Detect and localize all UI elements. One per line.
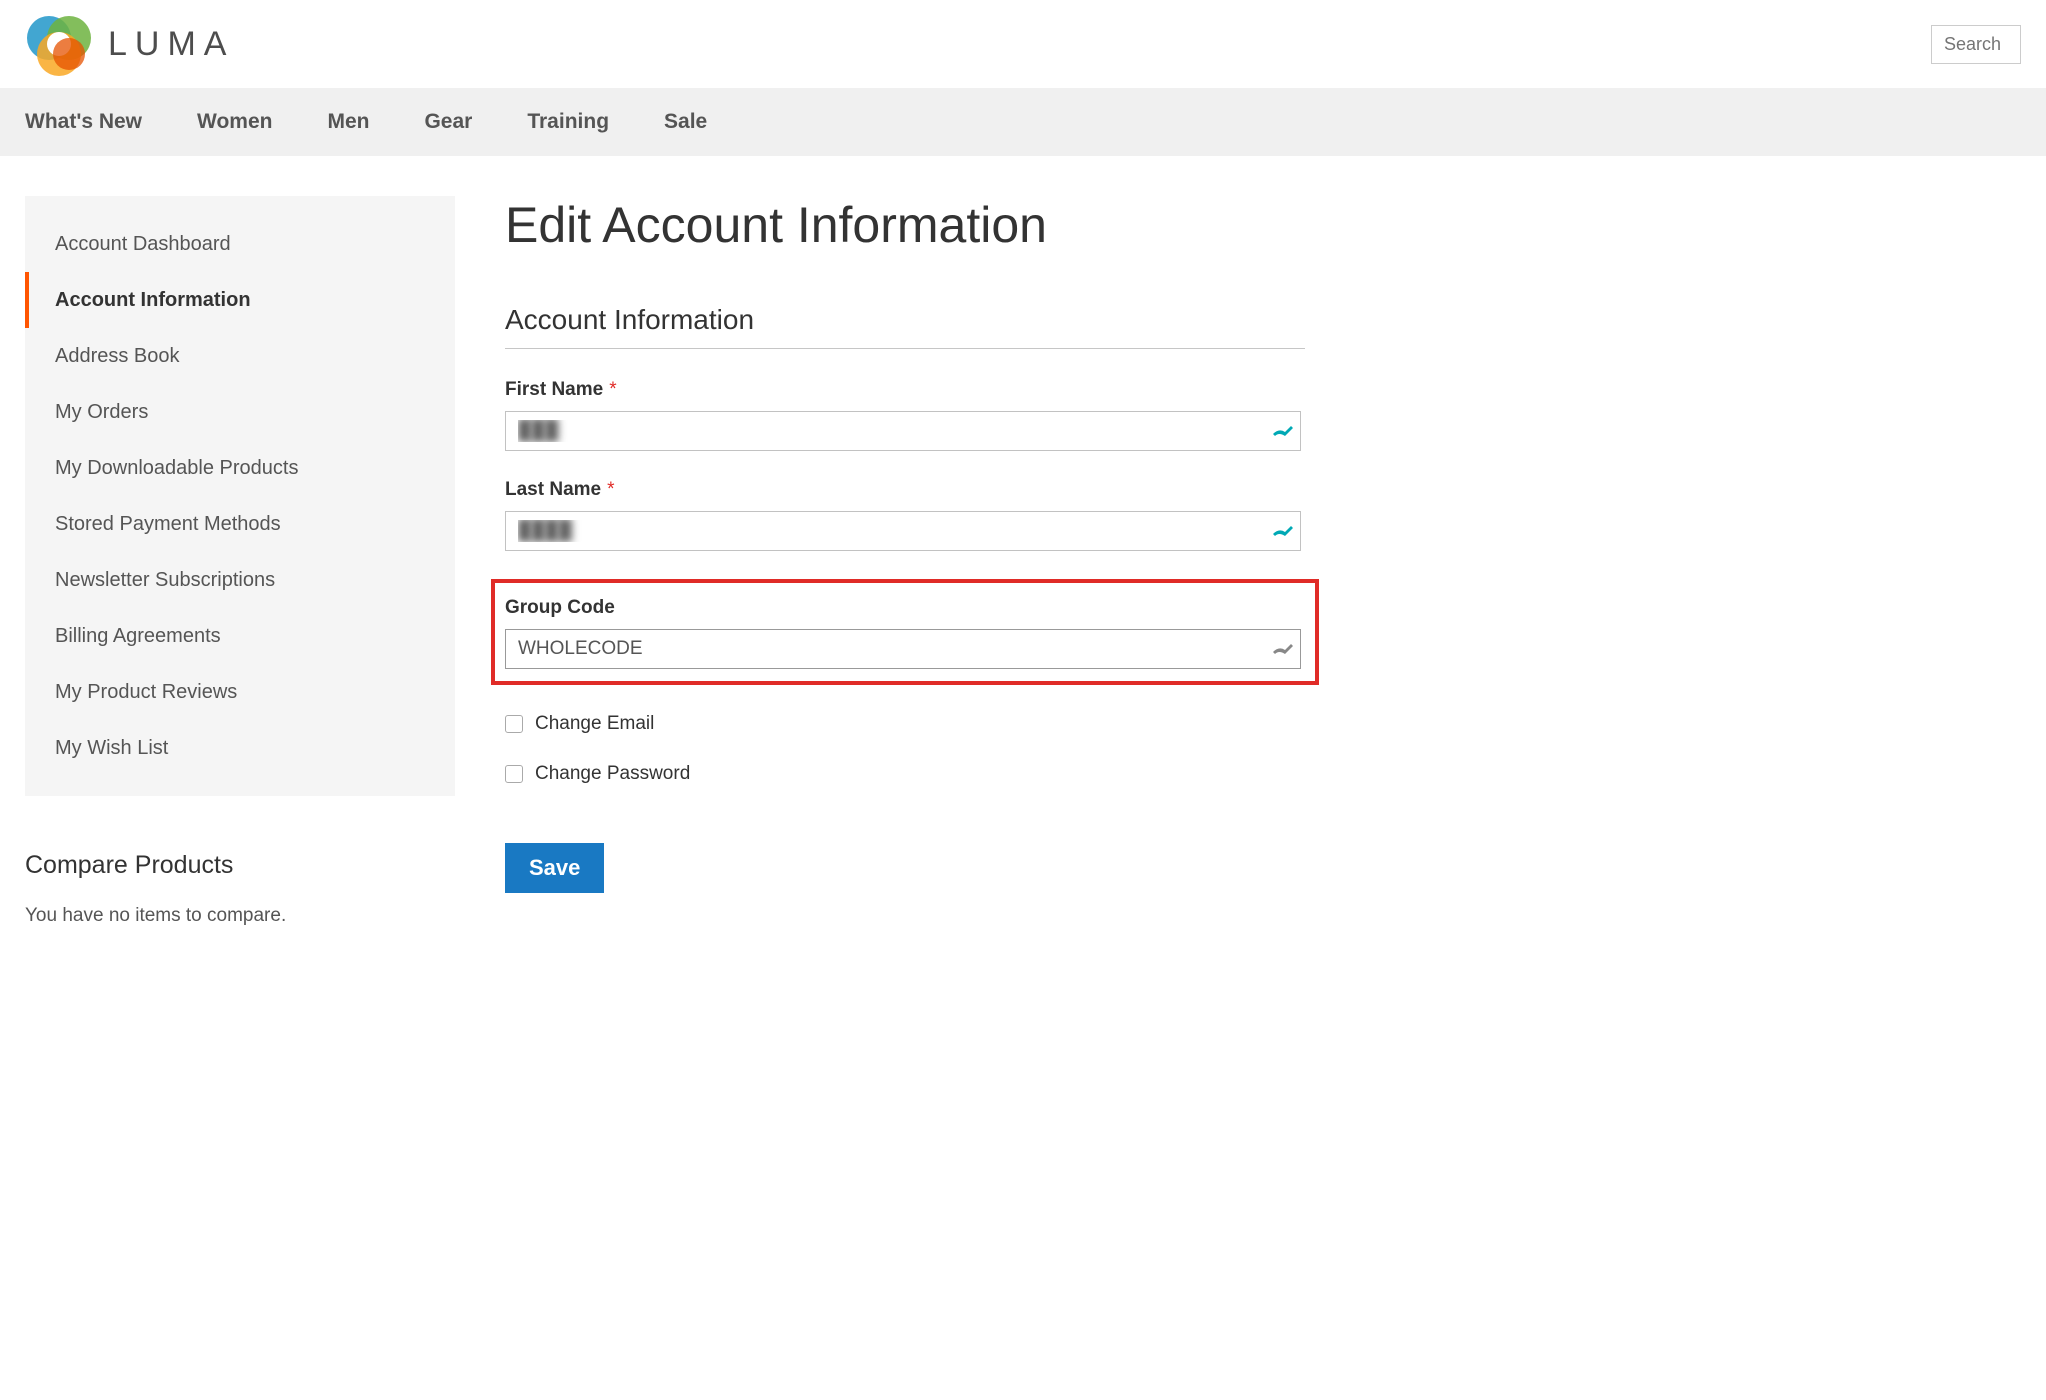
sidebar-item-billing[interactable]: Billing Agreements — [25, 608, 455, 664]
compare-message: You have no items to compare. — [25, 905, 455, 927]
main-nav: What's New Women Men Gear Training Sale — [0, 88, 2046, 156]
group-code-label: Group Code — [505, 597, 1305, 619]
change-email-row: Change Email — [505, 713, 1305, 735]
sidebar-item-downloadable[interactable]: My Downloadable Products — [25, 440, 455, 496]
sidebar-item-payment-methods[interactable]: Stored Payment Methods — [25, 496, 455, 552]
sidebar-nav: Account Dashboard Account Information Ad… — [25, 196, 455, 796]
content-area: Edit Account Information Account Informa… — [505, 196, 1305, 927]
first-name-input[interactable] — [505, 411, 1301, 451]
change-password-row: Change Password — [505, 763, 1305, 785]
sidebar-item-address-book[interactable]: Address Book — [25, 328, 455, 384]
save-button[interactable]: Save — [505, 843, 604, 893]
first-name-field: First Name* — [505, 379, 1305, 451]
logo[interactable]: LUMA — [25, 10, 234, 78]
main-content: Account Dashboard Account Information Ad… — [0, 156, 2046, 967]
group-code-highlight: Group Code — [491, 579, 1319, 685]
page-title: Edit Account Information — [505, 196, 1305, 254]
autofill-icon — [1271, 640, 1295, 658]
sidebar-item-orders[interactable]: My Orders — [25, 384, 455, 440]
compare-title: Compare Products — [25, 851, 455, 880]
sidebar-item-wishlist[interactable]: My Wish List — [25, 720, 455, 776]
sidebar-item-reviews[interactable]: My Product Reviews — [25, 664, 455, 720]
nav-sale[interactable]: Sale — [664, 88, 707, 156]
change-password-label: Change Password — [535, 763, 690, 785]
nav-women[interactable]: Women — [197, 88, 272, 156]
last-name-label: Last Name* — [505, 479, 1305, 501]
compare-products-block: Compare Products You have no items to co… — [25, 851, 455, 927]
site-header: LUMA — [0, 0, 2046, 88]
sidebar-item-account-info[interactable]: Account Information — [25, 272, 455, 328]
group-code-input[interactable] — [505, 629, 1301, 669]
autofill-icon — [1271, 522, 1295, 540]
required-mark: * — [607, 479, 614, 500]
brand-name: LUMA — [108, 25, 234, 64]
change-password-checkbox[interactable] — [505, 765, 523, 783]
change-email-checkbox[interactable] — [505, 715, 523, 733]
sidebar-item-dashboard[interactable]: Account Dashboard — [25, 216, 455, 272]
search-input[interactable] — [1931, 25, 2021, 64]
autofill-icon — [1271, 422, 1295, 440]
luma-logo-icon — [25, 10, 93, 78]
nav-men[interactable]: Men — [327, 88, 369, 156]
first-name-label: First Name* — [505, 379, 1305, 401]
nav-gear[interactable]: Gear — [424, 88, 472, 156]
last-name-input[interactable] — [505, 511, 1301, 551]
nav-training[interactable]: Training — [527, 88, 609, 156]
sidebar-item-newsletter[interactable]: Newsletter Subscriptions — [25, 552, 455, 608]
nav-whats-new[interactable]: What's New — [25, 88, 142, 156]
last-name-field: Last Name* — [505, 479, 1305, 551]
required-mark: * — [609, 379, 616, 400]
section-title: Account Information — [505, 304, 1305, 349]
account-sidebar: Account Dashboard Account Information Ad… — [25, 196, 455, 927]
group-code-field: Group Code — [505, 597, 1305, 669]
change-email-label: Change Email — [535, 713, 654, 735]
